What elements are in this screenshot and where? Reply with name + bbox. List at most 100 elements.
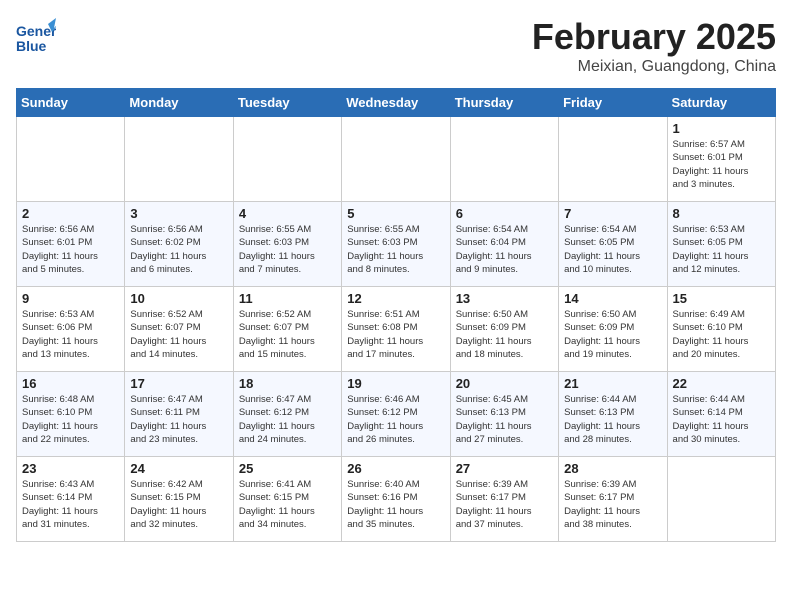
day-number: 19 (347, 376, 444, 391)
calendar-cell: 27Sunrise: 6:39 AM Sunset: 6:17 PM Dayli… (450, 457, 558, 542)
svg-text:Blue: Blue (16, 38, 47, 54)
day-number: 1 (673, 121, 770, 136)
calendar-cell: 17 Sunrise: 6:47 AM Sunset: 6:11 PM Dayli… (125, 372, 233, 457)
month-title: February 2025 (532, 16, 776, 58)
day-info: Sunrise: 6:44 AM Sunset: 6:13 PM Dayligh… (564, 393, 661, 446)
day-info: Sunrise: 6:55 AM Sunset: 6:03 PM Dayligh… (239, 223, 336, 276)
day-info: Sunrise: 6:41 AM Sunset: 6:15 PM Dayligh… (239, 478, 336, 531)
day-info: Sunrise: 6:53 AM Sunset: 6:06 PM Dayligh… (22, 308, 119, 361)
day-info: Sunrise: 6:54 AM Sunset: 6:04 PM Dayligh… (456, 223, 553, 276)
day-info: Sunrise: 6:39 AM Sunset: 6:17 PM Dayligh… (456, 478, 553, 531)
calendar-table: SundayMondayTuesdayWednesdayThursdayFrid… (16, 88, 776, 542)
weekday-header-tuesday: Tuesday (233, 89, 341, 117)
calendar-cell: 1 Sunrise: 6:57 AM Sunset: 6:01 PM Daylig… (667, 117, 775, 202)
logo-icon: General Blue (16, 16, 56, 60)
calendar-cell: 24Sunrise: 6:42 AM Sunset: 6:15 PM Dayli… (125, 457, 233, 542)
calendar-week-3: 16 Sunrise: 6:48 AM Sunset: 6:10 PM Dayli… (17, 372, 776, 457)
day-number: 18 (239, 376, 336, 391)
calendar-cell: 21 Sunrise: 6:44 AM Sunset: 6:13 PM Dayli… (559, 372, 667, 457)
day-number: 25 (239, 461, 336, 476)
day-number: 6 (456, 206, 553, 221)
day-info: Sunrise: 6:48 AM Sunset: 6:10 PM Dayligh… (22, 393, 119, 446)
day-info: Sunrise: 6:53 AM Sunset: 6:05 PM Dayligh… (673, 223, 770, 276)
day-number: 10 (130, 291, 227, 306)
weekday-header-monday: Monday (125, 89, 233, 117)
calendar-week-1: 2 Sunrise: 6:56 AM Sunset: 6:01 PM Daylig… (17, 202, 776, 287)
calendar-cell: 4 Sunrise: 6:55 AM Sunset: 6:03 PM Daylig… (233, 202, 341, 287)
day-number: 21 (564, 376, 661, 391)
day-info: Sunrise: 6:49 AM Sunset: 6:10 PM Dayligh… (673, 308, 770, 361)
calendar-cell (342, 117, 450, 202)
day-info: Sunrise: 6:56 AM Sunset: 6:02 PM Dayligh… (130, 223, 227, 276)
calendar-cell (125, 117, 233, 202)
day-info: Sunrise: 6:54 AM Sunset: 6:05 PM Dayligh… (564, 223, 661, 276)
day-number: 26 (347, 461, 444, 476)
day-info: Sunrise: 6:52 AM Sunset: 6:07 PM Dayligh… (239, 308, 336, 361)
weekday-header-wednesday: Wednesday (342, 89, 450, 117)
weekday-header-sunday: Sunday (17, 89, 125, 117)
calendar-cell: 8 Sunrise: 6:53 AM Sunset: 6:05 PM Daylig… (667, 202, 775, 287)
day-number: 11 (239, 291, 336, 306)
calendar-cell: 28 Sunrise: 6:39 AM Sunset: 6:17 PM Dayli… (559, 457, 667, 542)
calendar-cell: 19 Sunrise: 6:46 AM Sunset: 6:12 PM Dayli… (342, 372, 450, 457)
location-title: Meixian, Guangdong, China (532, 58, 776, 76)
calendar-cell: 6 Sunrise: 6:54 AM Sunset: 6:04 PM Daylig… (450, 202, 558, 287)
weekday-header-saturday: Saturday (667, 89, 775, 117)
day-info: Sunrise: 6:52 AM Sunset: 6:07 PM Dayligh… (130, 308, 227, 361)
day-number: 7 (564, 206, 661, 221)
day-info: Sunrise: 6:46 AM Sunset: 6:12 PM Dayligh… (347, 393, 444, 446)
calendar-cell: 2 Sunrise: 6:56 AM Sunset: 6:01 PM Daylig… (17, 202, 125, 287)
day-number: 15 (673, 291, 770, 306)
day-number: 4 (239, 206, 336, 221)
calendar-cell: 26Sunrise: 6:40 AM Sunset: 6:16 PM Dayli… (342, 457, 450, 542)
day-info: Sunrise: 6:55 AM Sunset: 6:03 PM Dayligh… (347, 223, 444, 276)
header: General Blue February 2025 Meixian, Guan… (16, 16, 776, 76)
calendar-cell (233, 117, 341, 202)
calendar-cell: 13Sunrise: 6:50 AM Sunset: 6:09 PM Dayli… (450, 287, 558, 372)
day-number: 22 (673, 376, 770, 391)
day-info: Sunrise: 6:56 AM Sunset: 6:01 PM Dayligh… (22, 223, 119, 276)
day-number: 23 (22, 461, 119, 476)
calendar-cell (450, 117, 558, 202)
day-info: Sunrise: 6:47 AM Sunset: 6:11 PM Dayligh… (130, 393, 227, 446)
calendar-cell (559, 117, 667, 202)
calendar-cell: 20 Sunrise: 6:45 AM Sunset: 6:13 PM Dayli… (450, 372, 558, 457)
day-info: Sunrise: 6:39 AM Sunset: 6:17 PM Dayligh… (564, 478, 661, 531)
calendar-week-2: 9Sunrise: 6:53 AM Sunset: 6:06 PM Daylig… (17, 287, 776, 372)
logo: General Blue (16, 16, 56, 65)
calendar-cell: 23 Sunrise: 6:43 AM Sunset: 6:14 PM Dayli… (17, 457, 125, 542)
calendar-cell: 3 Sunrise: 6:56 AM Sunset: 6:02 PM Daylig… (125, 202, 233, 287)
day-info: Sunrise: 6:57 AM Sunset: 6:01 PM Dayligh… (673, 138, 770, 191)
day-number: 3 (130, 206, 227, 221)
day-info: Sunrise: 6:47 AM Sunset: 6:12 PM Dayligh… (239, 393, 336, 446)
calendar-cell: 12 Sunrise: 6:51 AM Sunset: 6:08 PM Dayli… (342, 287, 450, 372)
day-number: 16 (22, 376, 119, 391)
day-info: Sunrise: 6:44 AM Sunset: 6:14 PM Dayligh… (673, 393, 770, 446)
calendar-cell: 22 Sunrise: 6:44 AM Sunset: 6:14 PM Dayli… (667, 372, 775, 457)
calendar-cell: 14 Sunrise: 6:50 AM Sunset: 6:09 PM Dayli… (559, 287, 667, 372)
day-number: 5 (347, 206, 444, 221)
calendar-week-0: 1 Sunrise: 6:57 AM Sunset: 6:01 PM Daylig… (17, 117, 776, 202)
weekday-header-friday: Friday (559, 89, 667, 117)
day-number: 2 (22, 206, 119, 221)
day-info: Sunrise: 6:51 AM Sunset: 6:08 PM Dayligh… (347, 308, 444, 361)
day-info: Sunrise: 6:45 AM Sunset: 6:13 PM Dayligh… (456, 393, 553, 446)
day-number: 12 (347, 291, 444, 306)
day-number: 28 (564, 461, 661, 476)
title-area: February 2025 Meixian, Guangdong, China (532, 16, 776, 76)
calendar-cell (667, 457, 775, 542)
day-number: 14 (564, 291, 661, 306)
calendar-cell: 7 Sunrise: 6:54 AM Sunset: 6:05 PM Daylig… (559, 202, 667, 287)
day-number: 20 (456, 376, 553, 391)
day-info: Sunrise: 6:42 AM Sunset: 6:15 PM Dayligh… (130, 478, 227, 531)
day-info: Sunrise: 6:50 AM Sunset: 6:09 PM Dayligh… (456, 308, 553, 361)
calendar-cell: 16 Sunrise: 6:48 AM Sunset: 6:10 PM Dayli… (17, 372, 125, 457)
calendar-cell: 25 Sunrise: 6:41 AM Sunset: 6:15 PM Dayli… (233, 457, 341, 542)
day-info: Sunrise: 6:43 AM Sunset: 6:14 PM Dayligh… (22, 478, 119, 531)
day-number: 17 (130, 376, 227, 391)
day-number: 8 (673, 206, 770, 221)
calendar-cell: 11 Sunrise: 6:52 AM Sunset: 6:07 PM Dayli… (233, 287, 341, 372)
weekday-header-thursday: Thursday (450, 89, 558, 117)
calendar-cell: 10 Sunrise: 6:52 AM Sunset: 6:07 PM Dayli… (125, 287, 233, 372)
day-info: Sunrise: 6:50 AM Sunset: 6:09 PM Dayligh… (564, 308, 661, 361)
